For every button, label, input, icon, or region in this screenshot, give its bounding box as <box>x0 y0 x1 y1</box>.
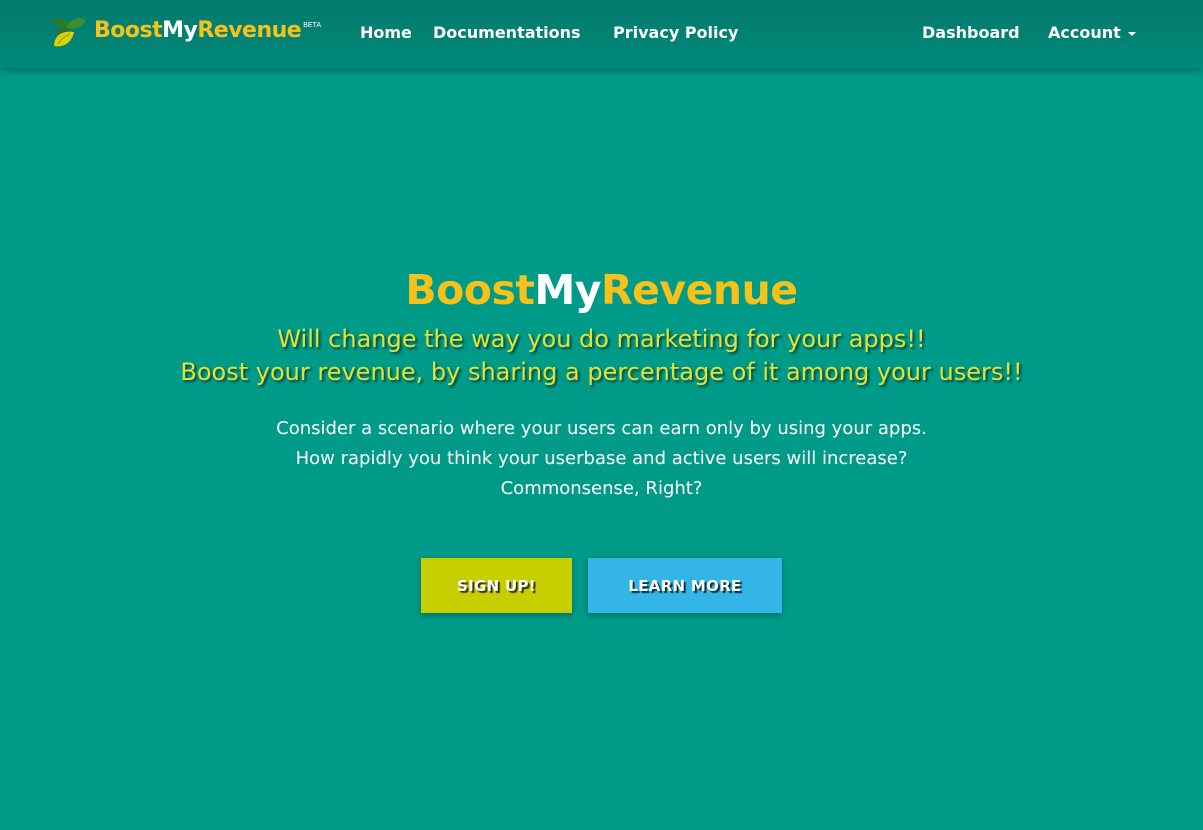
leaf-logo-icon <box>52 18 86 47</box>
hero-title: BoostMyRevenue <box>0 262 1203 318</box>
hero-tagline-line-2: Boost your revenue, by sharing a percent… <box>180 358 1023 386</box>
learn-more-button[interactable]: LEARN MORE <box>588 558 782 613</box>
nav-home-link[interactable]: Home <box>360 22 412 44</box>
nav-account-dropdown[interactable]: Account <box>1048 22 1136 44</box>
caret-down-icon <box>1127 31 1136 36</box>
nav-documentations-link[interactable]: Documentations <box>433 22 581 44</box>
brand-word-revenue: Revenue <box>197 18 302 43</box>
hero-tagline-line-1: Will change the way you do marketing for… <box>277 325 926 353</box>
account-label: Account <box>1048 23 1121 42</box>
beta-badge: BETA <box>303 22 321 29</box>
top-navbar: BoostMyRevenue BETA Home Documentations … <box>0 0 1203 68</box>
nav-privacy-policy-link[interactable]: Privacy Policy <box>613 22 738 44</box>
hero-description-line-1: Consider a scenario where your users can… <box>276 418 927 439</box>
brand-logo-link[interactable]: BoostMyRevenue BETA <box>48 14 321 50</box>
sign-up-button[interactable]: SIGN UP! <box>421 558 572 613</box>
hero-description-line-3: Commonsense, Right? <box>500 478 703 499</box>
brand-name: BoostMyRevenue <box>94 14 302 48</box>
hero-word-my: My <box>534 266 601 314</box>
hero-description-line-2: How rapidly you think your userbase and … <box>295 448 908 469</box>
nav-dashboard-link[interactable]: Dashboard <box>922 22 1020 44</box>
hero-word-revenue: Revenue <box>601 266 798 314</box>
brand-word-boost: Boost <box>94 18 163 43</box>
brand-word-my: My <box>162 18 198 43</box>
hero-word-boost: Boost <box>405 266 535 314</box>
